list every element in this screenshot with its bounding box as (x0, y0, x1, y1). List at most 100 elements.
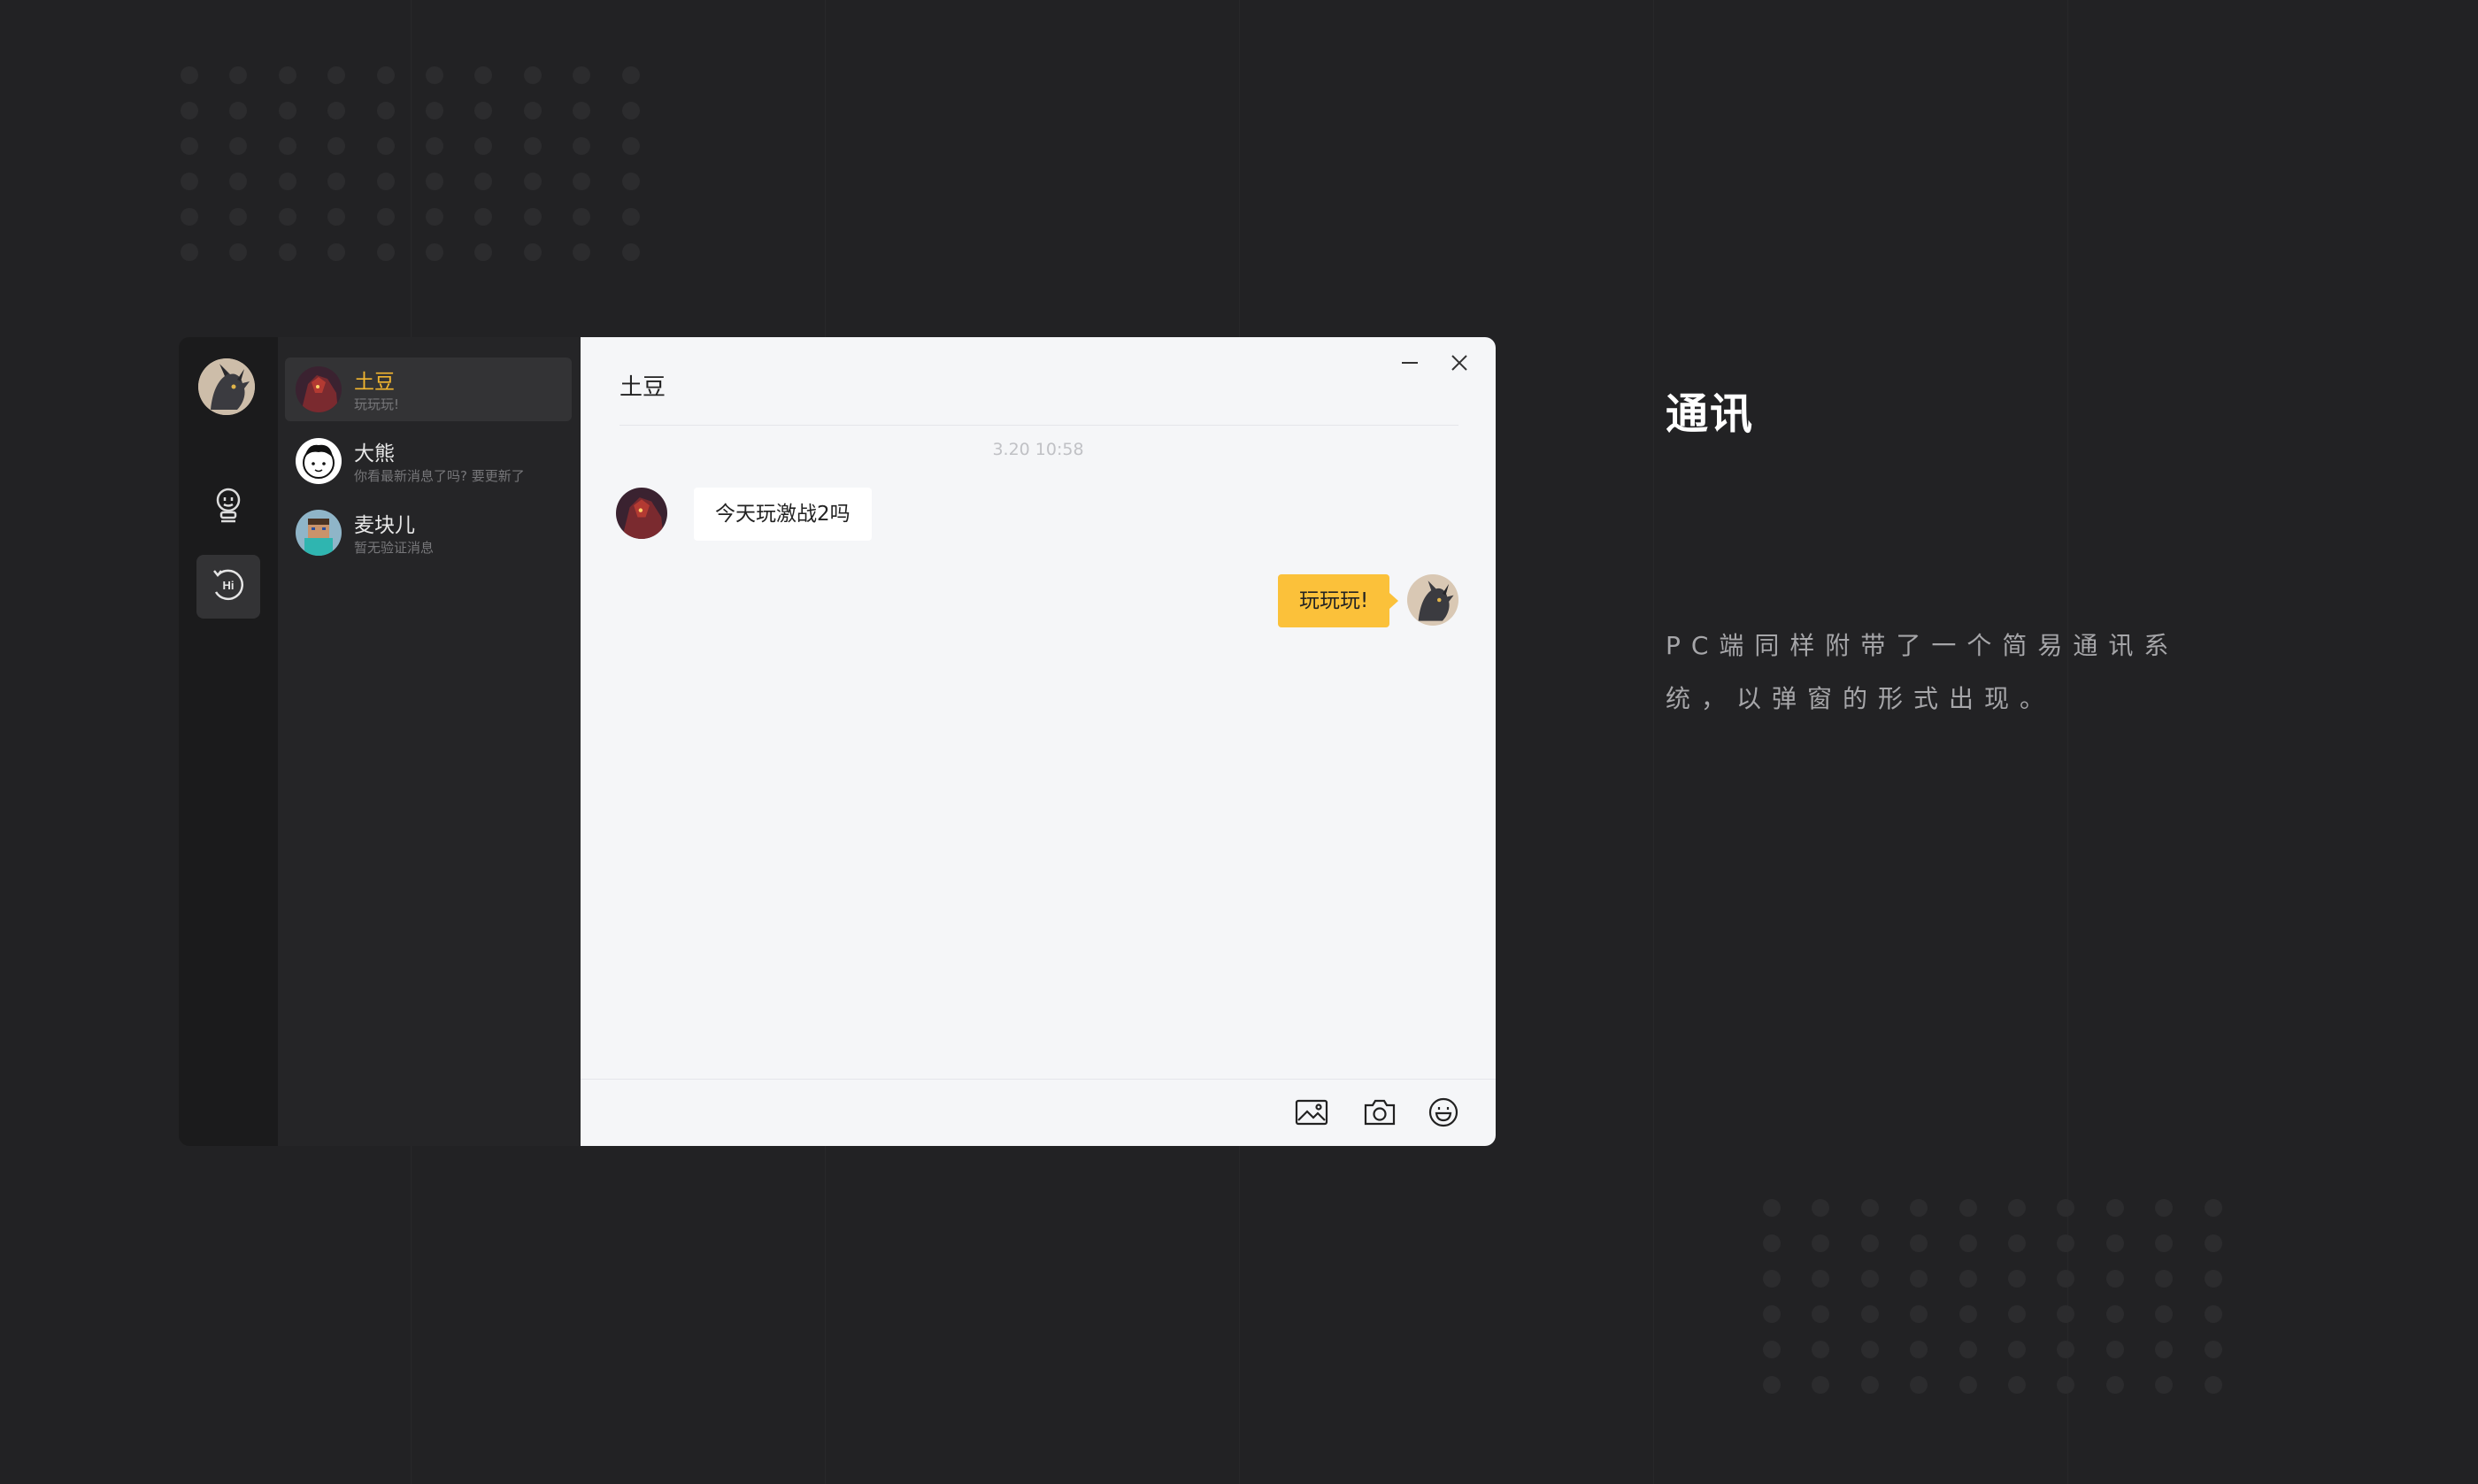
decorative-dot (425, 243, 443, 261)
decorative-dot (229, 243, 248, 261)
decorative-dot (181, 243, 198, 261)
camera-button[interactable] (1360, 1095, 1399, 1134)
decorative-dot (1763, 1199, 1781, 1217)
decorative-dot (2204, 1270, 2222, 1288)
decorative-dot (327, 173, 346, 190)
decorative-dot (1910, 1341, 1928, 1358)
decorative-dot-grid (1763, 1199, 2222, 1394)
decorative-dot (229, 102, 248, 119)
decorative-dot (1860, 1270, 1879, 1288)
decorative-dot (2155, 1270, 2174, 1288)
hi-chat-nav-button[interactable]: Hi (196, 555, 260, 619)
decorative-dot (2105, 1341, 2124, 1358)
dragon-avatar-icon[interactable] (198, 358, 255, 415)
bear-avatar-icon (296, 438, 342, 484)
decorative-dot (425, 66, 443, 84)
emoji-button[interactable] (1424, 1095, 1463, 1134)
minimize-icon (1400, 353, 1420, 376)
close-button[interactable] (1444, 350, 1474, 380)
decorative-dot (1910, 1234, 1928, 1252)
close-icon (1450, 353, 1469, 376)
decorative-dot (1812, 1199, 1830, 1217)
contact-name: 土豆 (354, 371, 395, 394)
decorative-dot (621, 243, 640, 261)
decorative-dot (2057, 1234, 2075, 1252)
decorative-dot (327, 243, 346, 261)
warrior-avatar-icon[interactable] (616, 488, 667, 539)
decorative-dot (2057, 1305, 2075, 1323)
decorative-dot (2204, 1376, 2222, 1394)
decorative-dot (1910, 1376, 1928, 1394)
outgoing-message-bubble: 玩玩玩! (1278, 574, 1399, 627)
decorative-dot (278, 102, 296, 119)
decorative-dot (278, 173, 296, 190)
decorative-dot (2155, 1376, 2174, 1394)
decorative-dot (181, 208, 198, 226)
robot-nav-button[interactable] (196, 475, 260, 539)
send-image-button[interactable] (1292, 1095, 1331, 1134)
decorative-dot (2204, 1341, 2222, 1358)
decorative-dot (1860, 1341, 1879, 1358)
decorative-dot (1812, 1305, 1830, 1323)
decorative-dot (2057, 1270, 2075, 1288)
decorative-dot (2155, 1305, 2174, 1323)
decorative-dot (376, 66, 395, 84)
robot-icon (211, 486, 246, 528)
decorative-dot-grid (181, 66, 640, 261)
decorative-dot (1812, 1341, 1830, 1358)
contact-preview: 玩玩玩! (354, 396, 400, 412)
decorative-dot (229, 66, 248, 84)
decorative-dot (278, 137, 296, 155)
decorative-dot (1910, 1199, 1928, 1217)
contact-item[interactable]: 麦块儿 暂无验证消息 (285, 501, 572, 565)
decorative-dot (523, 243, 542, 261)
contact-list: 土豆 玩玩玩! 大熊 你看最新消息了吗? 要更新了 麦块儿 暂无验证消息 (278, 337, 581, 1146)
decorative-dot (474, 102, 493, 119)
decorative-dot (573, 137, 591, 155)
decorative-dot (523, 137, 542, 155)
dragon-avatar-icon[interactable] (1407, 574, 1458, 626)
decorative-dot (2057, 1199, 2075, 1217)
chat-title: 土豆 (620, 374, 666, 401)
decorative-dot (2155, 1234, 2174, 1252)
image-icon (1295, 1099, 1328, 1129)
decorative-dot (229, 173, 248, 190)
contact-name: 麦块儿 (354, 514, 415, 537)
contact-name: 大熊 (354, 442, 395, 465)
blocky-avatar-icon (296, 510, 342, 556)
section-description: PC端同样附带了一个简易通讯系统，以弹窗的形式出现。 (1666, 631, 2180, 713)
decorative-dot (1910, 1270, 1928, 1288)
decorative-dot (1763, 1376, 1781, 1394)
decorative-dot (327, 66, 346, 84)
decorative-dot (181, 66, 198, 84)
decorative-dot (376, 102, 395, 119)
decorative-dot (1812, 1234, 1830, 1252)
decorative-dot (327, 137, 346, 155)
message-timestamp: 3.20 10:58 (992, 440, 1084, 459)
decorative-dot (2007, 1234, 2026, 1252)
decorative-dot (2155, 1199, 2174, 1217)
header-divider (620, 425, 1458, 426)
decorative-dot (1860, 1376, 1879, 1394)
decorative-dot (621, 137, 640, 155)
decorative-dot (1959, 1376, 1977, 1394)
decorative-dot (1910, 1305, 1928, 1323)
decorative-dot (474, 173, 493, 190)
contact-item[interactable]: 大熊 你看最新消息了吗? 要更新了 (285, 429, 572, 493)
decorative-dot (327, 102, 346, 119)
decorative-dot (278, 66, 296, 84)
decorative-dot (523, 66, 542, 84)
hi-chat-icon: Hi (211, 567, 246, 606)
emoji-icon (1428, 1096, 1459, 1132)
section-heading: 通讯 (1666, 389, 1755, 439)
decorative-dot (1959, 1305, 1977, 1323)
decorative-dot (1763, 1270, 1781, 1288)
decorative-dot (1763, 1234, 1781, 1252)
decorative-dot (2007, 1305, 2026, 1323)
decorative-dot (1959, 1199, 1977, 1217)
warrior-avatar-icon (296, 366, 342, 412)
contact-item[interactable]: 土豆 玩玩玩! (285, 358, 572, 421)
minimize-button[interactable] (1395, 350, 1425, 380)
camera-icon (1363, 1098, 1397, 1130)
decorative-dot (181, 102, 198, 119)
